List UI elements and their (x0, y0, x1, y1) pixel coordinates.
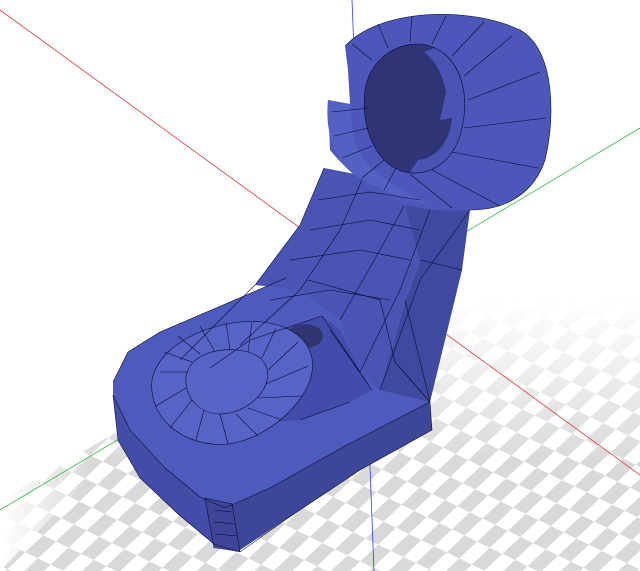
3d-viewport[interactable] (0, 0, 640, 571)
3d-scene[interactable] (0, 0, 640, 571)
